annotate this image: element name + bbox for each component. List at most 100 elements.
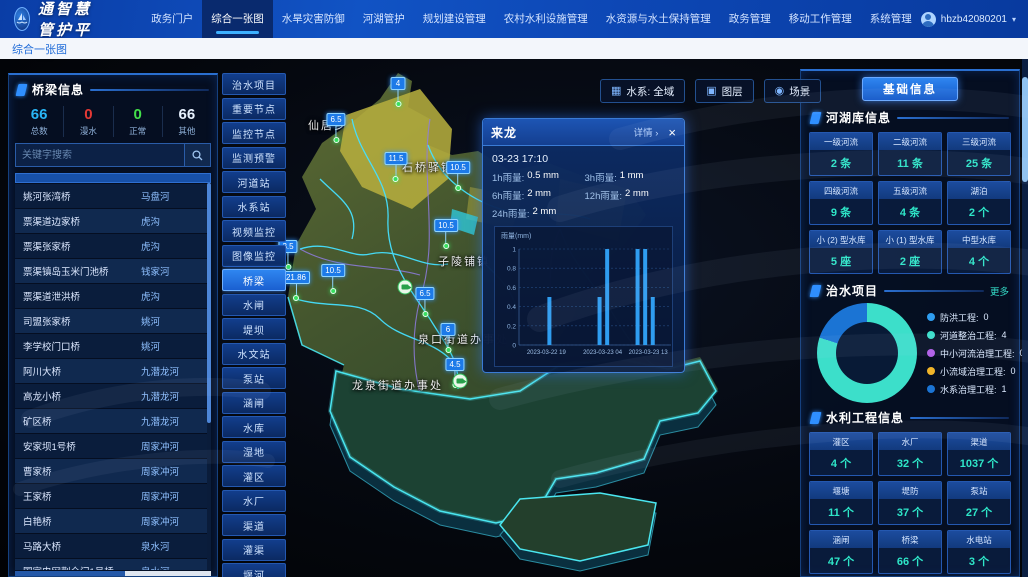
- search-button[interactable]: [185, 143, 211, 167]
- layer-menu-item[interactable]: 湿地: [222, 441, 286, 463]
- map-marker[interactable]: 21.86: [282, 271, 310, 301]
- legend-value: 0: [984, 312, 989, 322]
- card-label: 三级河流: [948, 133, 1010, 150]
- nav-item[interactable]: 水旱灾害防御: [273, 0, 354, 38]
- nav-item[interactable]: 农村水利设施管理: [495, 0, 597, 38]
- river-name-cell: 姚河: [133, 334, 211, 358]
- map-marker[interactable]: 6.5: [415, 287, 434, 317]
- map-marker[interactable]: 6.5: [326, 113, 345, 143]
- table-row[interactable]: 姚河张湾桥 马盘河: [15, 184, 211, 208]
- section-marker-icon: [810, 112, 822, 124]
- table-row[interactable]: 票渠张家桥 虎沟: [15, 234, 211, 258]
- map-marker[interactable]: 10.5: [434, 219, 458, 249]
- table-row[interactable]: 李学校门口桥 姚河: [15, 334, 211, 358]
- bridge-name-cell: 矿区桥: [15, 409, 133, 433]
- marker-value-badge: 10.5: [434, 219, 458, 232]
- more-link[interactable]: 更多: [990, 284, 1009, 298]
- map-control-button[interactable]: ◉ 场景: [764, 79, 822, 103]
- table-row[interactable]: 国家电网荆全门1号桥 泉水河: [15, 559, 211, 570]
- layer-menu-item[interactable]: 灌渠: [222, 539, 286, 561]
- table-row[interactable]: 票渠道泄洪桥 虎沟: [15, 284, 211, 308]
- nav-item[interactable]: 系统管理: [861, 0, 921, 38]
- layer-menu-item[interactable]: 河道站: [222, 171, 286, 193]
- nav-item[interactable]: 移动工作管理: [780, 0, 861, 38]
- table-row[interactable]: 安家坝1号桥 周家冲河: [15, 434, 211, 458]
- table-row[interactable]: 高龙小桥 九潜龙河: [15, 384, 211, 408]
- table-row[interactable]: 马路大桥 泉水河: [15, 534, 211, 558]
- svg-text:2023-03-23 04: 2023-03-23 04: [583, 350, 623, 356]
- section-marker-icon: [810, 412, 822, 424]
- marker-dot-icon: [395, 101, 401, 107]
- breadcrumb[interactable]: 综合一张图: [12, 41, 67, 57]
- nav-item[interactable]: 河湖管护: [354, 0, 414, 38]
- rainfall-metrics: 1h雨量: 0.5 mm 3h雨量: 1 mm 6h雨量: 2 mm 12h雨量…: [492, 170, 675, 220]
- layer-menu-item[interactable]: 水闸: [222, 294, 286, 316]
- table-row[interactable]: 阿川大桥 九潜龙河: [15, 359, 211, 383]
- table-row[interactable]: 票渠道边家桥 虎沟: [15, 209, 211, 233]
- map-marker[interactable]: 10.5: [321, 264, 345, 294]
- layer-menu-item[interactable]: 泵站: [222, 367, 286, 389]
- layer-menu-item[interactable]: 重要节点: [222, 98, 286, 120]
- table-row[interactable]: 白艳桥 周家冲河: [15, 509, 211, 533]
- close-icon[interactable]: ×: [668, 126, 676, 139]
- layer-menu-item[interactable]: 治水项目: [222, 73, 286, 95]
- layer-menu-item[interactable]: 水厂: [222, 490, 286, 512]
- map-marker[interactable]: 6: [441, 323, 456, 353]
- map-control-icon: ▦: [611, 86, 621, 97]
- layer-menu-item[interactable]: 水系站: [222, 196, 286, 218]
- bridge-name-cell: 王家桥: [15, 484, 133, 508]
- nav-item[interactable]: 政务门户: [142, 0, 202, 38]
- camera-marker[interactable]: [398, 280, 413, 295]
- layer-menu-item[interactable]: 图像监控: [222, 245, 286, 267]
- table-hscrollbar-thumb[interactable]: [15, 571, 125, 576]
- layer-menu-item[interactable]: 监测预警: [222, 147, 286, 169]
- sailboat-logo-icon: [14, 7, 30, 31]
- table-row[interactable]: 王家桥 周家冲河: [15, 484, 211, 508]
- nav-item[interactable]: 水资源与水土保持管理: [597, 0, 720, 38]
- card-value: 37 个: [879, 499, 941, 524]
- stat-card: 水电站 3 个: [947, 530, 1011, 574]
- layer-menu-item[interactable]: 视频监控: [222, 220, 286, 242]
- layer-menu-item[interactable]: 水库: [222, 416, 286, 438]
- metric-value: 2 mm: [533, 206, 557, 220]
- bridge-table-header: [15, 173, 211, 183]
- layer-menu-item[interactable]: 灌区: [222, 465, 286, 487]
- stat-label: 其他: [163, 125, 211, 137]
- nav-item[interactable]: 综合一张图: [202, 0, 273, 38]
- layer-menu-item[interactable]: 渠道: [222, 514, 286, 536]
- table-hscrollbar: [15, 571, 211, 576]
- layer-menu-item[interactable]: 水文站: [222, 343, 286, 365]
- layer-menu-item[interactable]: 堰河: [222, 563, 286, 577]
- table-row[interactable]: 票渠镇岛玉米门池桥 钱家河: [15, 259, 211, 283]
- table-scrollbar-thumb[interactable]: [207, 183, 211, 423]
- table-row[interactable]: 曹家桥 周家冲河: [15, 459, 211, 483]
- bridge-name-cell: 阿川大桥: [15, 359, 133, 383]
- bridge-name-cell: 安家坝1号桥: [15, 434, 133, 458]
- nav-item[interactable]: 政务管理: [720, 0, 780, 38]
- popup-detail-link[interactable]: 详情 ›: [634, 125, 659, 139]
- map-control-button[interactable]: ▦ 水系: 全域: [600, 79, 685, 103]
- table-row[interactable]: 司盟张家桥 姚河: [15, 309, 211, 333]
- layer-menu-item[interactable]: 桥梁: [222, 269, 286, 291]
- layer-menu-item[interactable]: 堤坝: [222, 318, 286, 340]
- basic-info-panel: 基础信息 河湖库信息 一级河流 2 条 二级河流 11 条 三级河流 25 条 …: [800, 69, 1020, 577]
- table-row[interactable]: 矿区桥 九潜龙河: [15, 409, 211, 433]
- map-marker[interactable]: 10.5: [446, 161, 470, 191]
- nav-item[interactable]: 规划建设管理: [414, 0, 495, 38]
- user-menu[interactable]: hbzb42080201 ▾: [921, 12, 1016, 27]
- bridge-name-cell: 李学校门口桥: [15, 334, 133, 358]
- search-input[interactable]: [15, 143, 185, 167]
- map-marker[interactable]: 4: [391, 77, 406, 107]
- layer-menu-label: 灌区: [243, 469, 265, 484]
- page-scrollbar-thumb[interactable]: [1022, 77, 1028, 182]
- camera-marker[interactable]: [453, 374, 468, 389]
- basic-info-badge[interactable]: 基础信息: [862, 77, 958, 101]
- layer-menu-item[interactable]: 监控节点: [222, 122, 286, 144]
- marker-value-badge: 6.5: [415, 287, 434, 300]
- map-marker[interactable]: 11.5: [385, 152, 408, 182]
- layer-menu-item[interactable]: 涵闸: [222, 392, 286, 414]
- metric-label: 24h雨量:: [492, 206, 530, 220]
- stat-card: 小 (1) 型水库 2 座: [878, 230, 942, 274]
- map-control-button[interactable]: ▣ 图层: [695, 79, 753, 103]
- stat-value: 66: [15, 106, 63, 123]
